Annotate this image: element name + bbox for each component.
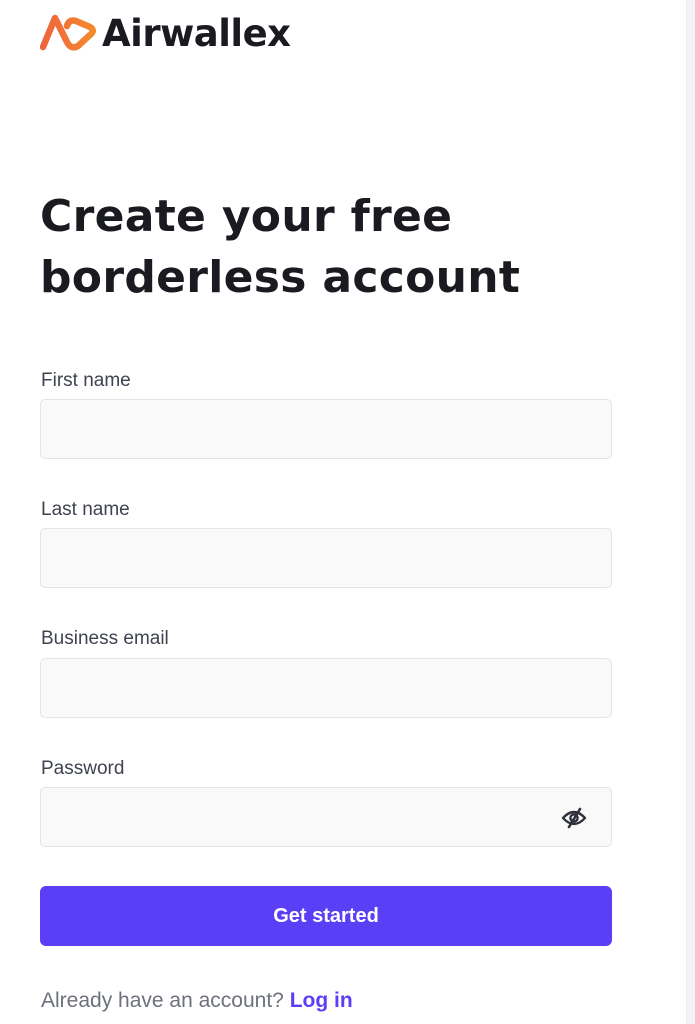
eye-off-icon <box>561 807 587 829</box>
title-line-2: borderless account <box>40 252 521 303</box>
airwallex-logo-icon <box>40 14 96 51</box>
signup-page: Airwallex Create your free borderless ac… <box>0 0 695 1024</box>
password-label: Password <box>41 758 125 779</box>
business-email-label: Business email <box>41 628 169 649</box>
login-prompt: Already have an account? Log in <box>41 990 353 1011</box>
login-link[interactable]: Log in <box>290 989 353 1012</box>
first-name-field[interactable] <box>40 399 612 459</box>
last-name-field[interactable] <box>40 528 612 588</box>
login-prompt-text: Already have an account? <box>41 989 284 1012</box>
page-title: Create your free borderless account <box>40 186 560 308</box>
first-name-label: First name <box>41 370 131 391</box>
brand-name: Airwallex <box>102 11 291 55</box>
password-field[interactable] <box>40 787 612 847</box>
brand-logo[interactable]: Airwallex <box>40 12 291 54</box>
business-email-field[interactable] <box>40 658 612 718</box>
title-line-1: Create your free <box>40 191 453 242</box>
scroll-gutter <box>686 0 695 1024</box>
password-visibility-toggle[interactable] <box>558 802 590 834</box>
last-name-label: Last name <box>41 499 130 520</box>
get-started-button[interactable]: Get started <box>40 886 612 946</box>
